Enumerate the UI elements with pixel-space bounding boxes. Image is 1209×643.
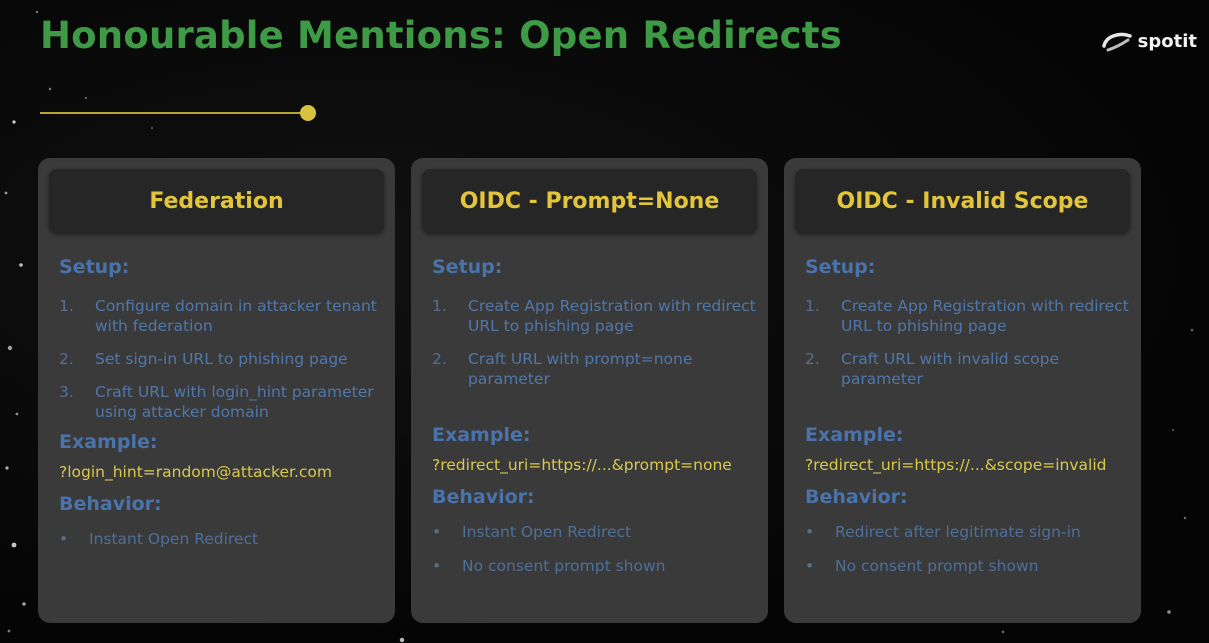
setup-step: 2. Set sign-in URL to phishing page	[59, 349, 385, 369]
step-number: 1.	[805, 297, 820, 315]
example-heading: Example:	[59, 431, 158, 453]
card-body: Setup: 1. Create App Registration with r…	[805, 256, 1131, 590]
behavior-text: No consent prompt shown	[462, 557, 666, 575]
card-header: OIDC - Prompt=None	[422, 169, 757, 233]
example-heading: Example:	[805, 424, 904, 446]
card-body: Setup: 1. Create App Registration with r…	[432, 256, 758, 590]
bullet-icon: •	[805, 557, 815, 575]
slide-title: Honourable Mentions: Open Redirects	[40, 14, 842, 57]
example-heading: Example:	[432, 424, 531, 446]
step-text: Craft URL with prompt=none parameter	[468, 350, 693, 388]
step-text: Craft URL with login_hint parameter usin…	[95, 383, 374, 421]
behavior-text: No consent prompt shown	[835, 557, 1039, 575]
step-number: 2.	[432, 350, 447, 368]
behavior-text: Redirect after legitimate sign-in	[835, 523, 1081, 541]
behavior-list: • Redirect after legitimate sign-in • No…	[805, 522, 1131, 576]
spotit-logo: spotit	[1100, 28, 1197, 54]
step-number: 1.	[59, 297, 74, 315]
bullet-icon: •	[59, 530, 69, 548]
setup-steps: 1. Create App Registration with redirect…	[432, 296, 758, 389]
card-oidc-prompt-none: OIDC - Prompt=None Setup: 1. Create App …	[411, 158, 768, 623]
step-number: 1.	[432, 297, 447, 315]
slide: Honourable Mentions: Open Redirects spot…	[0, 0, 1209, 643]
setup-heading: Setup:	[432, 256, 503, 278]
card-federation: Federation Setup: 1. Configure domain in…	[38, 158, 395, 623]
card-header: OIDC - Invalid Scope	[795, 169, 1130, 233]
card-body: Setup: 1. Configure domain in attacker t…	[59, 256, 385, 563]
setup-steps: 1. Create App Registration with redirect…	[805, 296, 1131, 389]
setup-steps: 1. Configure domain in attacker tenant w…	[59, 296, 385, 422]
behavior-item: • Instant Open Redirect	[432, 522, 758, 542]
behavior-heading: Behavior:	[432, 486, 535, 508]
card-header: Federation	[49, 169, 384, 233]
step-number: 2.	[59, 350, 74, 368]
step-text: Set sign-in URL to phishing page	[95, 350, 348, 368]
setup-heading: Setup:	[59, 256, 130, 278]
bullet-icon: •	[805, 523, 815, 541]
behavior-list: • Instant Open Redirect • No consent pro…	[432, 522, 758, 576]
step-number: 3.	[59, 383, 74, 401]
behavior-heading: Behavior:	[805, 486, 908, 508]
behavior-text: Instant Open Redirect	[462, 523, 632, 541]
bullet-icon: •	[432, 557, 442, 575]
step-text: Configure domain in attacker tenant with…	[95, 297, 377, 335]
setup-step: 1. Create App Registration with redirect…	[432, 296, 758, 336]
behavior-heading: Behavior:	[59, 493, 162, 515]
step-text: Create App Registration with redirect UR…	[468, 297, 756, 335]
behavior-item: • No consent prompt shown	[432, 556, 758, 576]
logo-text: spotit	[1137, 30, 1197, 52]
accent-dot	[300, 105, 316, 121]
step-number: 2.	[805, 350, 820, 368]
example-text: ?login_hint=random@attacker.com	[59, 463, 332, 481]
behavior-text: Instant Open Redirect	[89, 530, 259, 548]
example-text: ?redirect_uri=https://...&prompt=none	[432, 456, 732, 474]
setup-step: 3. Craft URL with login_hint parameter u…	[59, 382, 385, 422]
spotit-swoosh-icon	[1101, 32, 1132, 52]
step-text: Craft URL with invalid scope parameter	[841, 350, 1060, 388]
setup-step: 2. Craft URL with invalid scope paramete…	[805, 349, 1131, 389]
accent-line	[40, 112, 304, 114]
behavior-item: • Instant Open Redirect	[59, 529, 385, 549]
bullet-icon: •	[432, 523, 442, 541]
example-text: ?redirect_uri=https://...&scope=invalid	[805, 456, 1107, 474]
setup-step: 1. Create App Registration with redirect…	[805, 296, 1131, 336]
setup-step: 2. Craft URL with prompt=none parameter	[432, 349, 758, 389]
behavior-list: • Instant Open Redirect	[59, 529, 385, 549]
card-oidc-invalid-scope: OIDC - Invalid Scope Setup: 1. Create Ap…	[784, 158, 1141, 623]
step-text: Create App Registration with redirect UR…	[841, 297, 1129, 335]
behavior-item: • Redirect after legitimate sign-in	[805, 522, 1131, 542]
setup-heading: Setup:	[805, 256, 876, 278]
behavior-item: • No consent prompt shown	[805, 556, 1131, 576]
setup-step: 1. Configure domain in attacker tenant w…	[59, 296, 385, 336]
